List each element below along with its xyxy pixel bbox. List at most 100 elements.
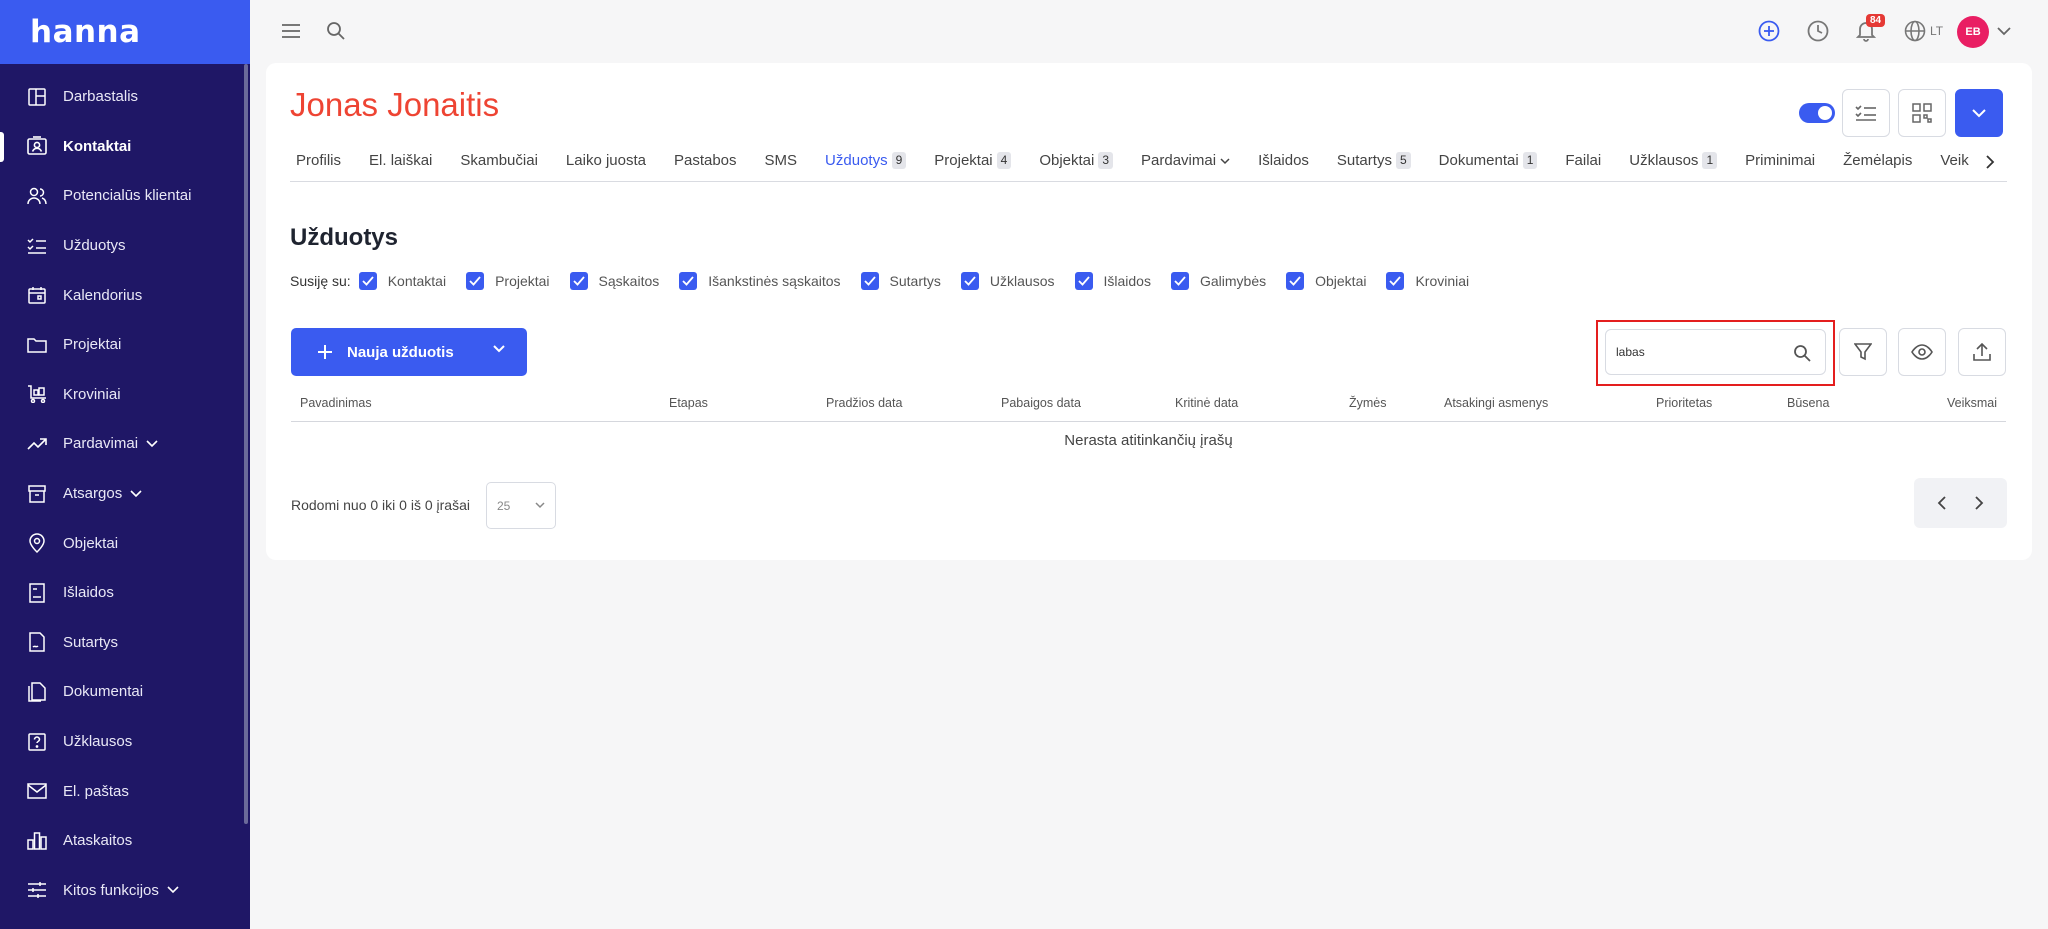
tab-profilis[interactable]: Profilis xyxy=(290,148,341,181)
tab-sms[interactable]: SMS xyxy=(759,148,798,181)
app-logo[interactable]: hanna xyxy=(30,14,141,50)
logo-bar: hanna xyxy=(0,0,250,64)
sidebar-item-pardavimai[interactable]: Pardavimai xyxy=(0,419,250,469)
sidebar-item-sutartys[interactable]: Sutartys xyxy=(0,618,250,668)
filter-checkbox-sutartys[interactable]: Sutartys xyxy=(860,272,941,290)
tab-failai[interactable]: Failai xyxy=(1559,148,1601,181)
filter-checkbox-kroviniai[interactable]: Kroviniai xyxy=(1386,272,1469,290)
checkbox-label: Objektai xyxy=(1315,273,1367,289)
filter-checkbox-islaidos[interactable]: Išlaidos xyxy=(1074,272,1151,290)
add-new-button[interactable] xyxy=(1751,13,1787,49)
filter-button[interactable] xyxy=(1839,328,1887,376)
sidebar-item-kontaktai[interactable]: Kontaktai xyxy=(0,122,250,172)
sidebar-item-projektai[interactable]: Projektai xyxy=(0,320,250,370)
menu-toggle-button[interactable] xyxy=(273,13,309,49)
tab-uzklausos[interactable]: Užklausos 1 xyxy=(1623,148,1718,181)
user-menu-button[interactable] xyxy=(1986,13,2022,49)
notification-count-badge: 84 xyxy=(1866,14,1886,27)
language-selector[interactable]: LT xyxy=(1904,20,1943,42)
column-header-prioritetas[interactable]: Prioritetas xyxy=(1656,396,1712,410)
column-header-etapas[interactable]: Etapas xyxy=(669,396,708,410)
tasks-shortcut-button[interactable] xyxy=(1842,89,1890,137)
sidebar-item-kalendorius[interactable]: Kalendorius xyxy=(0,270,250,320)
tab-count-badge: 1 xyxy=(1522,152,1538,169)
sidebar-item-ataskaitos[interactable]: Ataskaitos xyxy=(0,816,250,866)
filter-checkbox-isankstines-saskaitos[interactable]: Išankstinės sąskaitos xyxy=(679,272,841,290)
tab-pastabos[interactable]: Pastabos xyxy=(668,148,737,181)
search-icon[interactable] xyxy=(1793,344,1811,362)
next-page-button[interactable] xyxy=(1974,496,1984,510)
tab-laiko-juosta[interactable]: Laiko juosta xyxy=(560,148,646,181)
sidebar-item-kroviniai[interactable]: Kroviniai xyxy=(0,370,250,420)
tab-label: Išlaidos xyxy=(1258,152,1309,169)
filter-checkbox-galimybes[interactable]: Galimybės xyxy=(1170,272,1266,290)
filter-checkbox-projektai[interactable]: Projektai xyxy=(466,272,550,290)
column-header-pradzios-data[interactable]: Pradžios data xyxy=(826,396,902,410)
tab-islaidos[interactable]: Išlaidos xyxy=(1252,148,1309,181)
checkmark-icon xyxy=(860,272,879,290)
tab-priminimai[interactable]: Priminimai xyxy=(1739,148,1815,181)
new-task-button[interactable]: Nauja užduotis xyxy=(291,328,527,376)
chevron-down-icon xyxy=(130,489,142,498)
sidebar-item-potencialus-klientai[interactable]: Potencialūs klientai xyxy=(0,171,250,221)
time-tracker-button[interactable] xyxy=(1800,13,1836,49)
tab-skambuciai[interactable]: Skambučiai xyxy=(454,148,538,181)
tab-label: Pastabos xyxy=(673,152,737,169)
filter-checkbox-objektai[interactable]: Objektai xyxy=(1286,272,1366,290)
tab-pardavimai[interactable]: Pardavimai xyxy=(1135,148,1230,181)
column-header-atsakingi-asmenys[interactable]: Atsakingi asmenys xyxy=(1444,396,1548,410)
related-label: Susiję su: xyxy=(290,273,351,289)
column-visibility-button[interactable] xyxy=(1898,328,1946,376)
column-header-busena[interactable]: Būsena xyxy=(1787,396,1829,410)
sidebar-item-islaidos[interactable]: Išlaidos xyxy=(0,568,250,618)
global-search-button[interactable] xyxy=(318,13,354,49)
more-actions-button[interactable] xyxy=(1955,89,2003,137)
sidebar-item-label: Sutartys xyxy=(63,633,119,651)
upload-icon xyxy=(1973,343,1991,361)
tab-label: Dokumentai xyxy=(1438,152,1519,169)
sidebar-item-uzklausos[interactable]: Užklausos xyxy=(0,717,250,767)
checkbox-label: Projektai xyxy=(495,273,550,289)
tab-zemelapis[interactable]: Žemėlapis xyxy=(1837,148,1913,181)
column-header-pavadinimas[interactable]: Pavadinimas xyxy=(300,396,372,410)
sidebar-item-darbastalis[interactable]: Darbastalis xyxy=(0,72,250,122)
qr-code-button[interactable] xyxy=(1898,89,1946,137)
filter-checkbox-kontaktai[interactable]: Kontaktai xyxy=(358,272,446,290)
header-toggle-switch[interactable] xyxy=(1799,103,1835,123)
tab-el-laiskai[interactable]: El. laiškai xyxy=(363,148,432,181)
sidebar-item-uzduotys[interactable]: Užduotys xyxy=(0,221,250,271)
tab-objektai[interactable]: Objektai 3 xyxy=(1033,148,1114,181)
tabs-scroll-right-icon[interactable] xyxy=(1985,155,1995,169)
checkmark-icon xyxy=(466,272,485,290)
column-header-kritine-data[interactable]: Kritinė data xyxy=(1175,396,1238,410)
column-header-zymes[interactable]: Žymės xyxy=(1349,396,1387,410)
user-avatar[interactable]: EB xyxy=(1957,16,1989,48)
filter-checkbox-saskaitos[interactable]: Sąskaitos xyxy=(569,272,659,290)
tab-uzduotys[interactable]: Užduotys 9 xyxy=(819,148,907,181)
tab-label: Žemėlapis xyxy=(1843,152,1913,169)
sidebar-item-dokumentai[interactable]: Dokumentai xyxy=(0,667,250,717)
chevron-down-icon[interactable] xyxy=(493,345,505,353)
tab-veikla[interactable]: Veik xyxy=(1934,148,1968,181)
checkbox-label: Užklausos xyxy=(989,273,1055,289)
sidebar-scrollbar[interactable] xyxy=(244,64,248,824)
filter-checkbox-uzklausos[interactable]: Užklausos xyxy=(960,272,1055,290)
chevron-down-icon xyxy=(535,502,545,509)
sidebar-item-label: Užduotys xyxy=(63,237,126,255)
sidebar-item-atsargos[interactable]: Atsargos xyxy=(0,469,250,519)
pagination-controls xyxy=(1914,478,2007,528)
sidebar-item-el-pastas[interactable]: El. paštas xyxy=(0,766,250,816)
plus-icon xyxy=(317,344,333,360)
sidebar-item-objektai[interactable]: Objektai xyxy=(0,518,250,568)
previous-page-button[interactable] xyxy=(1937,496,1947,510)
search-input[interactable] xyxy=(1616,345,1786,359)
sidebar-item-kitos-funkcijos[interactable]: Kitos funkcijos xyxy=(0,866,250,916)
checklist-icon xyxy=(1855,104,1877,122)
page-size-select[interactable]: 25 xyxy=(486,482,556,529)
tab-dokumentai[interactable]: Dokumentai 1 xyxy=(1433,148,1538,181)
filter-icon xyxy=(1854,343,1872,361)
tab-sutartys[interactable]: Sutartys 5 xyxy=(1331,148,1411,181)
export-button[interactable] xyxy=(1958,328,2006,376)
tab-projektai[interactable]: Projektai 4 xyxy=(928,148,1012,181)
column-header-pabaigos-data[interactable]: Pabaigos data xyxy=(1001,396,1081,410)
